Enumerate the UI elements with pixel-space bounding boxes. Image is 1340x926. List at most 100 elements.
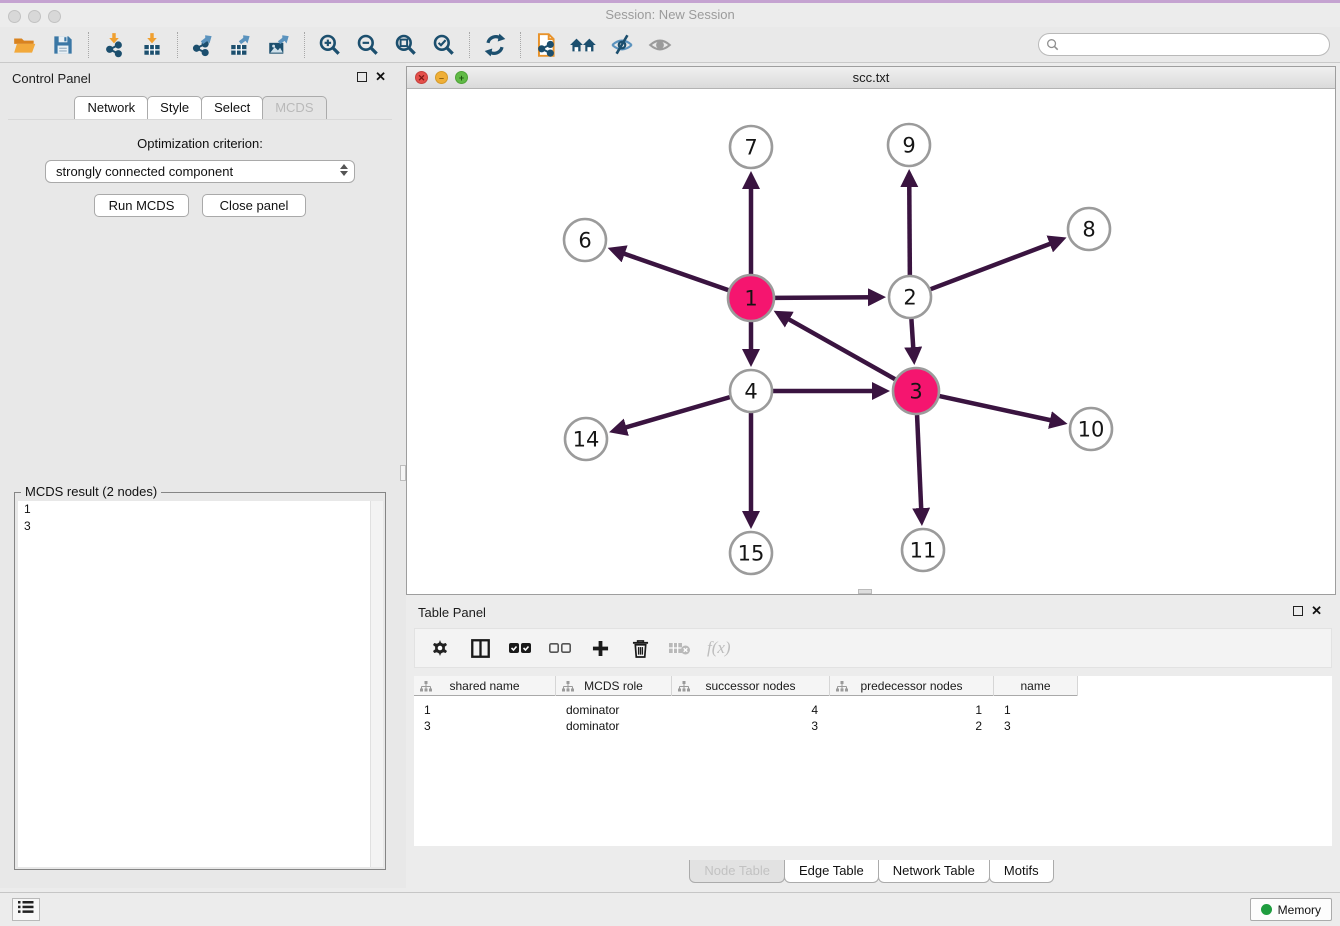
network-title: scc.txt [407, 70, 1335, 85]
result-scrollbar[interactable] [370, 501, 383, 867]
float-window-icon[interactable] [1293, 606, 1303, 616]
column-type-icon [562, 681, 574, 695]
cell-shared-name[interactable]: 1 [414, 702, 556, 718]
graph-edge-1-2[interactable] [775, 297, 877, 298]
hide-selected-button[interactable] [603, 29, 641, 61]
graph-node-1[interactable]: 1 [728, 275, 774, 321]
cell-MCDS-role[interactable]: dominator [556, 702, 672, 718]
export-network-icon [190, 32, 216, 58]
export-image-icon [266, 32, 292, 58]
show-columns-icon [471, 639, 490, 658]
cell-name[interactable]: 1 [994, 702, 1078, 718]
column-header-shared-name[interactable]: shared name [414, 676, 556, 696]
tab-node-table[interactable]: Node Table [689, 860, 785, 883]
new-network-from-file-icon [533, 32, 559, 58]
close-panel-button[interactable]: Close panel [202, 194, 306, 217]
new-network-from-file-button[interactable] [527, 29, 565, 61]
run-mcds-button[interactable]: Run MCDS [94, 194, 189, 217]
graph-edge-3-10[interactable] [939, 396, 1058, 422]
search-input[interactable] [1059, 34, 1329, 55]
tab-select[interactable]: Select [201, 96, 263, 119]
table-row[interactable]: 3dominator323 [414, 718, 1078, 734]
search-box[interactable] [1038, 33, 1330, 56]
graph-node-11[interactable]: 11 [902, 529, 944, 571]
tab-network-table[interactable]: Network Table [878, 860, 990, 883]
cell-shared-name[interactable]: 3 [414, 718, 556, 734]
export-table-button[interactable] [222, 29, 260, 61]
graph-node-7[interactable]: 7 [730, 126, 772, 168]
svg-text:4: 4 [744, 379, 757, 403]
save-session-button[interactable] [44, 29, 82, 61]
refresh-view-button[interactable] [476, 29, 514, 61]
import-table-button[interactable] [133, 29, 171, 61]
cell-MCDS-role[interactable]: dominator [556, 718, 672, 734]
cell-predecessor-nodes[interactable]: 1 [830, 702, 994, 718]
mcds-result-textarea[interactable]: 13 [18, 501, 383, 867]
network-graph-canvas[interactable]: 7 9 6 8 1 2 4 3 14 10 15 11 [407, 89, 1335, 594]
control-panel: Control Panel ✕ NetworkStyleSelectMCDS O… [0, 63, 400, 888]
graph-edge-2-8[interactable] [931, 241, 1059, 289]
show-all-button[interactable] [641, 29, 679, 61]
cell-successor-nodes[interactable]: 3 [672, 718, 830, 734]
export-network-button[interactable] [184, 29, 222, 61]
zoom-out-button[interactable] [349, 29, 387, 61]
import-network-button[interactable] [95, 29, 133, 61]
show-columns-button[interactable] [467, 635, 493, 661]
tab-motifs[interactable]: Motifs [989, 860, 1054, 883]
task-history-button[interactable] [12, 898, 40, 921]
add-row-button[interactable] [587, 635, 613, 661]
export-image-button[interactable] [260, 29, 298, 61]
table-row[interactable]: 1dominator411 [414, 702, 1078, 718]
graph-edge-3-11[interactable] [917, 415, 921, 517]
svg-text:2: 2 [903, 285, 916, 309]
graph-node-10[interactable]: 10 [1070, 408, 1112, 450]
optimization-criterion-dropdown[interactable]: strongly connected component [45, 160, 355, 183]
close-icon[interactable]: ✕ [1311, 603, 1322, 619]
tab-network[interactable]: Network [74, 96, 148, 119]
graph-edge-4-14[interactable] [618, 397, 730, 430]
graph-node-14[interactable]: 14 [565, 418, 607, 460]
graph-node-6[interactable]: 6 [564, 219, 606, 261]
graph-node-9[interactable]: 9 [888, 124, 930, 166]
column-settings-button[interactable] [427, 635, 453, 661]
deselect-all-rows-button[interactable] [547, 635, 573, 661]
hide-selected-icon [609, 32, 635, 58]
refresh-view-icon [482, 32, 508, 58]
graph-edge-1-6[interactable] [616, 251, 728, 290]
zoom-selected-icon [431, 32, 457, 58]
zoom-selected-button[interactable] [425, 29, 463, 61]
graph-edge-2-9[interactable] [909, 178, 910, 275]
open-session-button[interactable] [6, 29, 44, 61]
tab-mcds[interactable]: MCDS [262, 96, 326, 119]
network-resize-handle[interactable] [858, 589, 872, 594]
home-layout-button[interactable] [565, 29, 603, 61]
graph-node-15[interactable]: 15 [730, 532, 772, 574]
function-builder-button: f(x) [707, 635, 731, 661]
float-window-icon[interactable] [357, 72, 367, 82]
column-header-successor-nodes[interactable]: successor nodes [672, 676, 830, 696]
graph-node-8[interactable]: 8 [1068, 208, 1110, 250]
graph-node-3[interactable]: 3 [893, 368, 939, 414]
open-session-icon [12, 32, 38, 58]
graph-edge-2-3[interactable] [911, 319, 913, 356]
select-all-rows-button[interactable] [507, 635, 533, 661]
delete-row-button[interactable] [627, 635, 653, 661]
close-icon[interactable]: ✕ [375, 69, 386, 85]
graph-edge-3-1[interactable] [781, 315, 895, 379]
column-header-predecessor-nodes[interactable]: predecessor nodes [830, 676, 994, 696]
graph-node-2[interactable]: 2 [889, 276, 931, 318]
zoom-fit-button[interactable] [387, 29, 425, 61]
cell-name[interactable]: 3 [994, 718, 1078, 734]
graph-node-4[interactable]: 4 [730, 370, 772, 412]
zoom-in-button[interactable] [311, 29, 349, 61]
cell-successor-nodes[interactable]: 4 [672, 702, 830, 718]
network-window-titlebar[interactable]: ✕ – + scc.txt [407, 67, 1335, 89]
save-session-icon [50, 32, 76, 58]
column-type-icon [420, 681, 432, 695]
cell-predecessor-nodes[interactable]: 2 [830, 718, 994, 734]
tab-style[interactable]: Style [147, 96, 202, 119]
column-header-name[interactable]: name [994, 676, 1078, 696]
memory-button[interactable]: Memory [1250, 898, 1332, 921]
tab-edge-table[interactable]: Edge Table [784, 860, 879, 883]
column-header-MCDS-role[interactable]: MCDS role [556, 676, 672, 696]
